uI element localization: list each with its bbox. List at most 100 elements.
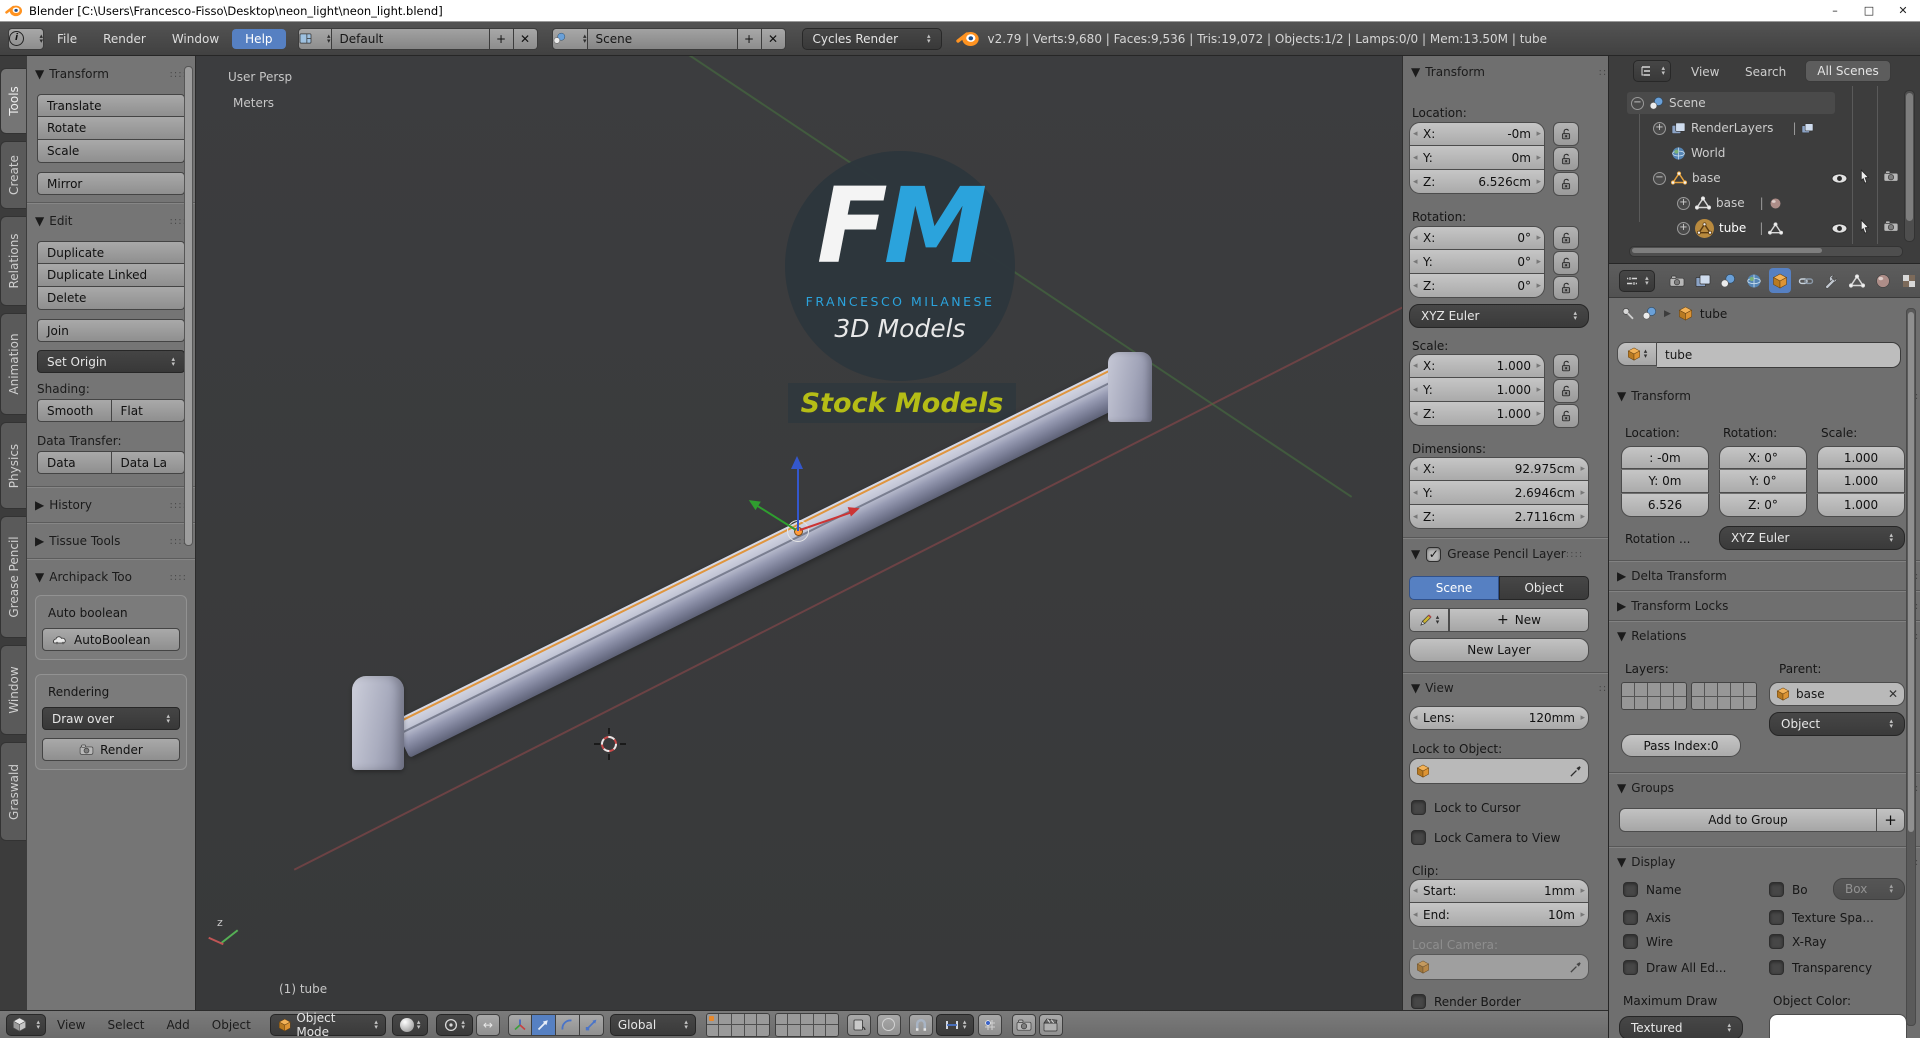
visibility-eye-icon[interactable] — [1831, 173, 1848, 184]
tab-texture[interactable] — [1897, 268, 1920, 293]
transform-orientation-dropdown[interactable]: Global — [609, 1013, 696, 1036]
tab-physics[interactable]: Physics — [0, 422, 26, 509]
panel-header-transform-n[interactable]: ▼ Transform :::: — [1403, 62, 1624, 82]
manipulator-z-arrow[interactable] — [797, 469, 799, 531]
bounds-checkbox[interactable] — [1769, 882, 1784, 897]
outliner-row-base[interactable]: base — [1653, 167, 1721, 189]
panel-header-delta-transform[interactable]: ▶Delta Transform :::: — [1609, 566, 1920, 586]
mirror-button[interactable]: Mirror — [37, 172, 185, 195]
layers-grid-2[interactable] — [1691, 682, 1757, 710]
panel-header-transform[interactable]: ▼ Transform :::: — [27, 64, 195, 84]
object-id-button[interactable] — [1617, 342, 1657, 366]
scale-manipulator-button[interactable] — [579, 1013, 604, 1036]
tab-tools[interactable]: Tools — [0, 68, 26, 134]
snap-target-button[interactable] — [978, 1013, 1003, 1036]
outliner-menu-view[interactable]: View — [1691, 65, 1719, 79]
selectability-cursor-icon[interactable] — [1859, 169, 1870, 184]
viewport-menu-add[interactable]: Add — [156, 1018, 201, 1032]
location-z-field[interactable]: Z:6.526cm — [1409, 170, 1545, 194]
panel-header-grease-pencil[interactable]: ▼ Grease Pencil Layer :::: — [1403, 544, 1624, 564]
rotation-z-field[interactable]: Z:0° — [1409, 274, 1545, 298]
layers-grid-b[interactable] — [774, 1012, 839, 1037]
clip-end-field[interactable]: End:10m — [1409, 903, 1589, 927]
viewport-shading-dropdown[interactable] — [391, 1013, 429, 1036]
shade-smooth-button[interactable]: Smooth — [37, 399, 111, 422]
axis-checkbox[interactable] — [1623, 910, 1638, 925]
panel-header-transform-locks[interactable]: ▶Transform Locks :::: — [1609, 596, 1920, 616]
eyedropper-icon[interactable] — [1569, 961, 1582, 974]
close-scene-button[interactable]: ✕ — [761, 27, 786, 50]
properties-scrollbar-track[interactable] — [1906, 308, 1916, 1026]
panel-header-tissue-tools[interactable]: ▶ Tissue Tools :::: — [27, 531, 195, 551]
object-name-field[interactable]: tube — [1657, 342, 1901, 368]
manipulator-y-arrow[interactable] — [754, 503, 797, 531]
renderability-camera-icon[interactable] — [1883, 220, 1899, 232]
lock-to-cursor-row[interactable]: Lock to Cursor — [1411, 800, 1520, 815]
tab-material[interactable] — [1872, 268, 1895, 293]
location-x-field[interactable]: X:-0m — [1409, 122, 1545, 146]
maximum-draw-dropdown[interactable]: Textured — [1619, 1016, 1743, 1038]
pass-index-field[interactable]: Pass Index:0 — [1621, 734, 1741, 757]
prop-location-z[interactable]: 6.526 — [1621, 494, 1709, 517]
parent-type-dropdown[interactable]: Object — [1769, 712, 1905, 736]
lock-rotation-z-button[interactable] — [1553, 276, 1579, 300]
lock-location-y-button[interactable] — [1553, 147, 1579, 171]
maximize-button[interactable]: □ — [1852, 0, 1886, 21]
gp-source-object-tab[interactable]: Object — [1499, 576, 1589, 600]
scale-button[interactable]: Scale — [37, 140, 185, 163]
gp-brush-button[interactable] — [1409, 608, 1449, 632]
panel-header-transform-props[interactable]: ▼ Transform :::: — [1609, 386, 1920, 406]
new-group-button[interactable]: + — [1877, 808, 1905, 832]
tab-render[interactable] — [1666, 268, 1689, 293]
translate-manipulator-button[interactable] — [531, 1013, 556, 1036]
rotation-y-field[interactable]: Y:0° — [1409, 250, 1545, 274]
join-button[interactable]: Join — [37, 319, 185, 342]
opengl-render-button[interactable] — [1012, 1013, 1037, 1036]
render-border-checkbox[interactable] — [1411, 994, 1426, 1009]
tab-scene[interactable] — [1717, 268, 1740, 293]
rotate-button[interactable]: Rotate — [37, 117, 185, 140]
panel-header-archipack[interactable]: ▼ Archipack Too :::: — [27, 567, 195, 587]
display-wire-row[interactable]: Wire — [1623, 934, 1673, 949]
render-button[interactable]: Render — [42, 738, 180, 761]
prop-location-x[interactable]: : -0m — [1621, 446, 1709, 469]
screen-layout-icon-button[interactable] — [297, 27, 332, 50]
lock-scale-x-button[interactable] — [1553, 354, 1579, 378]
eyedropper-icon[interactable] — [1569, 765, 1582, 778]
scale-z-field[interactable]: Z:1.000 — [1409, 402, 1545, 426]
tab-constraints[interactable] — [1794, 268, 1817, 293]
viewport-menu-select[interactable]: Select — [96, 1018, 155, 1032]
prop-location-y[interactable]: Y: 0m — [1621, 470, 1709, 493]
properties-scrollbar-thumb[interactable] — [1908, 312, 1914, 832]
snap-element-dropdown[interactable] — [935, 1013, 975, 1036]
menu-help[interactable]: Help — [232, 28, 286, 49]
menu-file[interactable]: File — [44, 27, 90, 51]
outliner-menu-search[interactable]: Search — [1745, 65, 1786, 79]
outliner-vscrollbar[interactable] — [1904, 90, 1915, 242]
display-bounds-row[interactable]: Bo — [1769, 882, 1808, 897]
neon-light-rail[interactable] — [392, 356, 1149, 758]
rotation-mode-dropdown[interactable]: XYZ Euler — [1409, 304, 1589, 328]
lock-scale-z-button[interactable] — [1553, 404, 1579, 428]
manipulator-toggle-button[interactable] — [507, 1013, 532, 1036]
tab-modifiers[interactable] — [1820, 268, 1843, 293]
dimension-x-field[interactable]: X:92.975cm — [1409, 457, 1589, 481]
scene-icon-button[interactable] — [551, 27, 588, 50]
menu-render[interactable]: Render — [90, 27, 159, 51]
draw-all-edges-checkbox[interactable] — [1623, 960, 1638, 975]
clip-start-field[interactable]: Start:1mm — [1409, 879, 1589, 903]
outliner-editor-type-button[interactable] — [1633, 60, 1671, 82]
texture-space-checkbox[interactable] — [1769, 910, 1784, 925]
prop-rotation-x[interactable]: X: 0° — [1719, 446, 1807, 469]
pivot-point-dropdown[interactable] — [436, 1013, 473, 1036]
lock-to-scene-button[interactable] — [846, 1013, 871, 1036]
expand-toggle-icon[interactable] — [1653, 121, 1666, 135]
duplicate-button[interactable]: Duplicate — [37, 241, 185, 264]
prop-rotation-z[interactable]: Z: 0° — [1719, 494, 1807, 517]
pivot-align-toggle[interactable]: ↔ — [475, 1013, 500, 1036]
viewport-menu-view[interactable]: View — [46, 1018, 96, 1032]
add-layout-button[interactable]: + — [489, 27, 514, 50]
prop-scale-x[interactable]: 1.000 — [1817, 446, 1905, 469]
display-texture-space-row[interactable]: Texture Spa... — [1769, 910, 1874, 925]
lock-to-object-field[interactable] — [1409, 758, 1589, 784]
